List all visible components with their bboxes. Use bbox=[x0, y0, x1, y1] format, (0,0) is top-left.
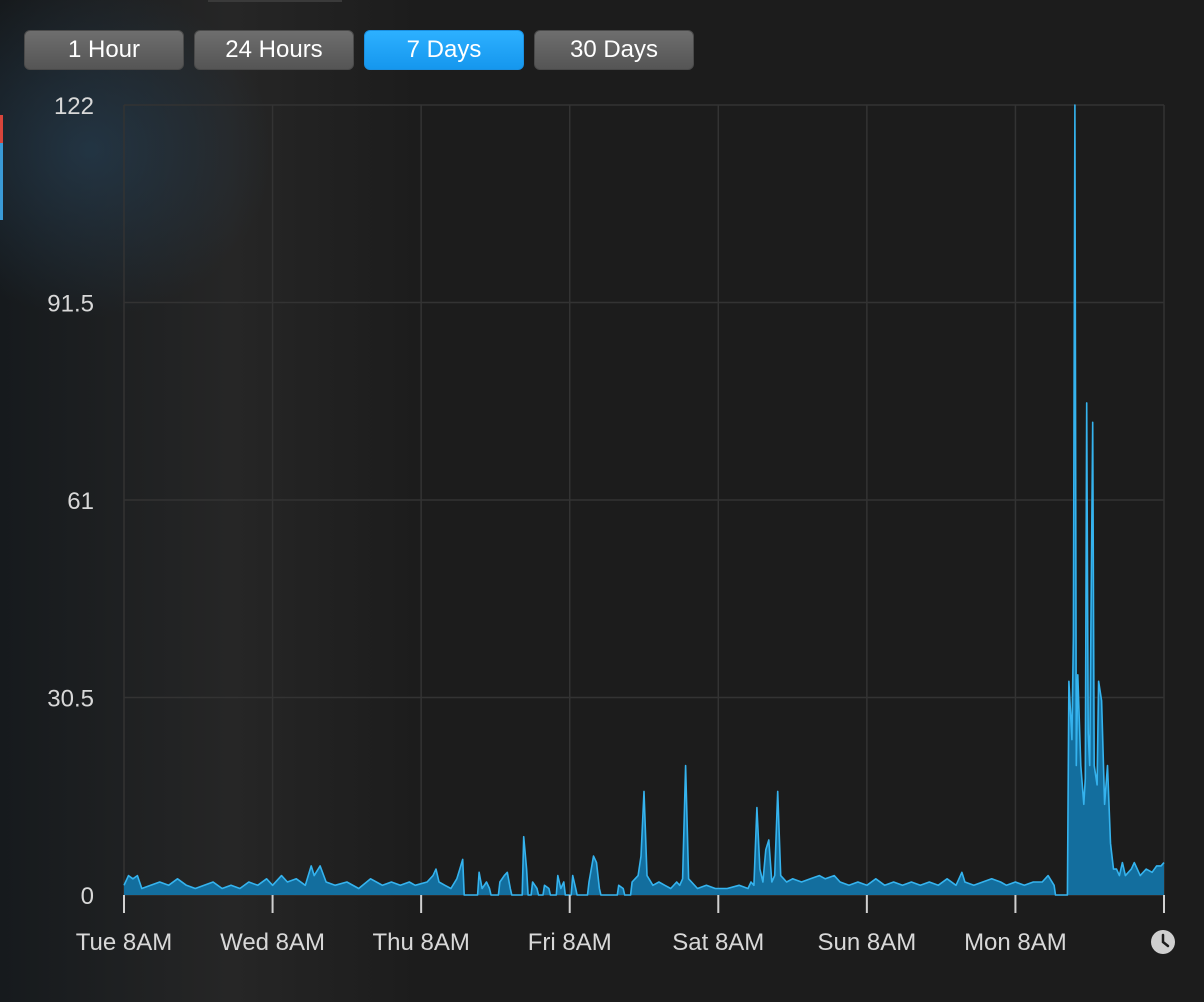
x-tick-label: Sun 8AM bbox=[817, 929, 916, 956]
chart-grid bbox=[123, 104, 1165, 896]
x-tick-label: Tue 8AM bbox=[76, 929, 172, 956]
y-tick-label: 61 bbox=[67, 488, 94, 515]
y-tick-label: 30.5 bbox=[47, 686, 94, 713]
y-tick-label: 122 bbox=[54, 93, 94, 120]
y-tick-label: 91.5 bbox=[47, 291, 94, 318]
x-axis: Tue 8AM Wed 8AM Thu 8AM Fri 8AM Sat 8AM Sun 8… bbox=[76, 895, 1165, 956]
x-tick-label: Sat 8AM bbox=[672, 929, 764, 956]
x-tick-label: Mon 8AM bbox=[964, 929, 1067, 956]
clock-icon[interactable] bbox=[1151, 930, 1175, 954]
x-tick-label: Wed 8AM bbox=[220, 929, 325, 956]
y-tick-label: 0 bbox=[81, 883, 94, 910]
y-axis: 0 30.5 61 91.5 122 bbox=[47, 93, 94, 910]
x-tick-label: Fri 8AM bbox=[528, 929, 612, 956]
usage-chart: 0 30.5 61 91.5 122 Tue 8AM Wed 8AM Thu 8AM Fri … bbox=[47, 93, 1175, 956]
x-tick-label: Thu 8AM bbox=[372, 929, 469, 956]
